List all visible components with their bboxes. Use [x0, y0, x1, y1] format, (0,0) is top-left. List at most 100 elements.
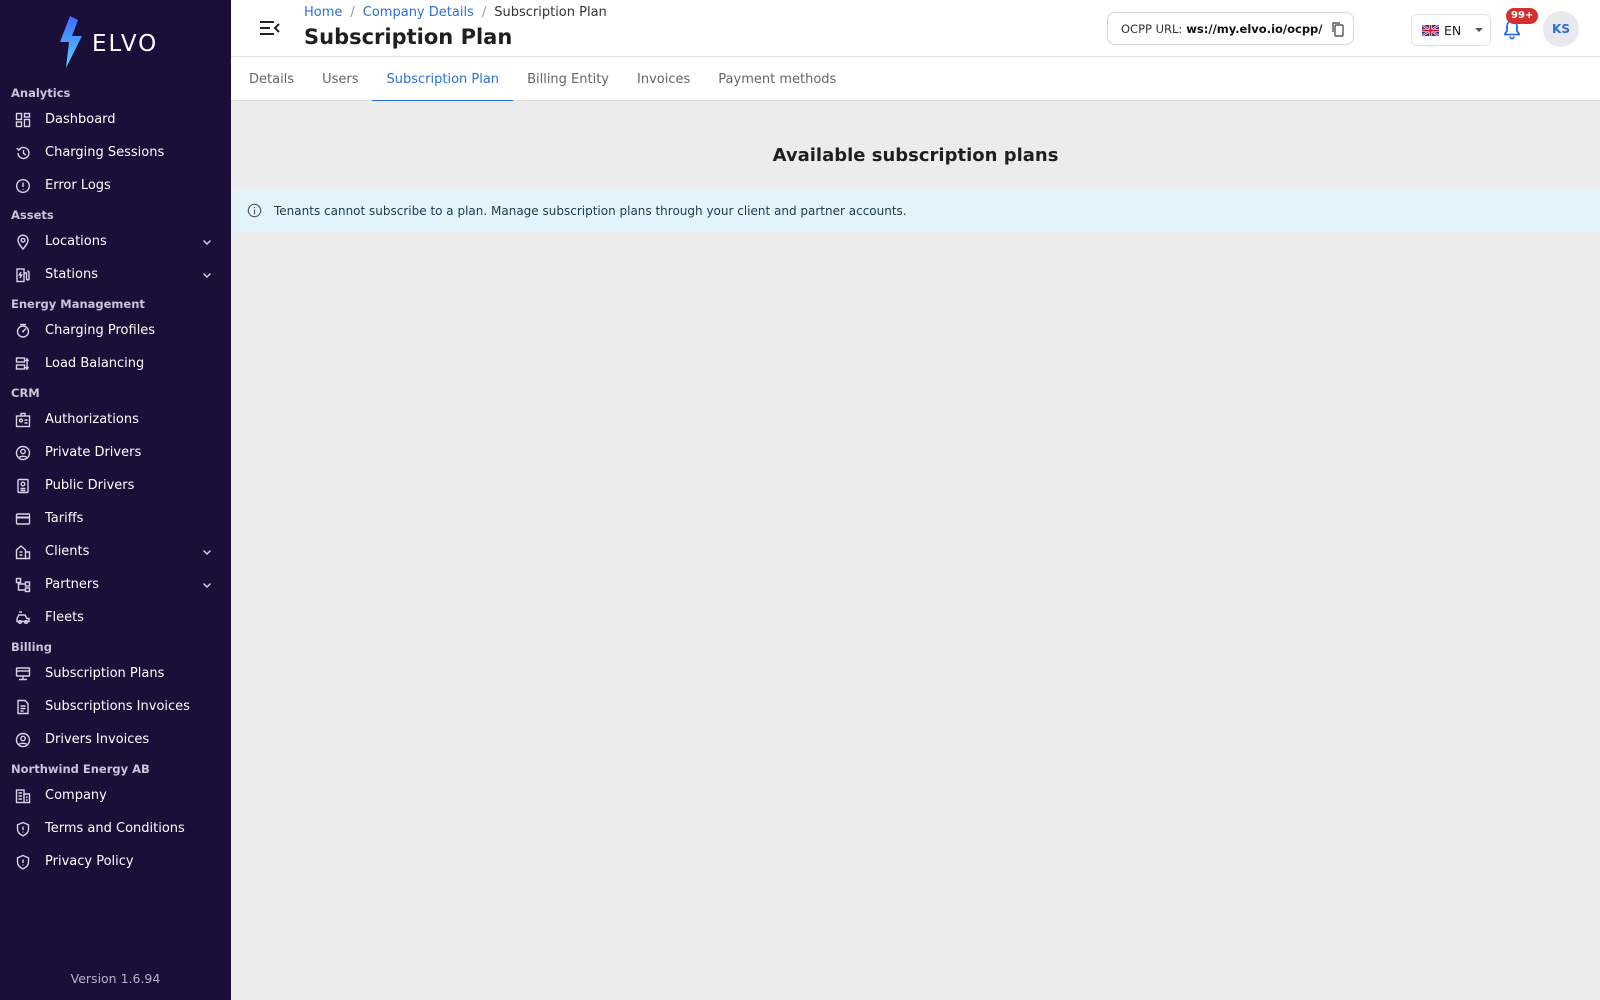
tab-invoices[interactable]: Invoices	[623, 57, 704, 101]
copy-icon[interactable]	[1330, 21, 1346, 37]
chevron-down-icon	[203, 272, 211, 278]
info-message: Tenants cannot subscribe to a plan. Mana…	[274, 203, 907, 218]
sidebar-item-charging-profiles[interactable]: Charging Profiles	[0, 314, 231, 347]
sidebar-nav: Analytics Dashboard Charging Sessions Error…	[0, 80, 231, 878]
sidebar-item-label: Locations	[45, 234, 107, 249]
sidebar-item-label: Public Drivers	[45, 478, 135, 493]
sidebar-item-label: Stations	[45, 267, 98, 282]
caret-down-icon	[1475, 28, 1484, 32]
sidebar-item-subscription-plans[interactable]: Subscription Plans	[0, 657, 231, 690]
sidebar-item-label: Privacy Policy	[45, 854, 134, 869]
breadcrumb-current: Subscription Plan	[494, 5, 607, 20]
breadcrumb-company-details-link[interactable]: Company Details	[363, 5, 474, 20]
sidebar-item-label: Partners	[45, 577, 100, 592]
sidebar-section-crm: CRM	[11, 386, 40, 400]
elvo-logo[interactable]: ELVO	[56, 16, 158, 68]
user-avatar[interactable]: KS	[1543, 11, 1579, 47]
sidebar: ELVO Analytics Dashboard Charging Sessions…	[0, 0, 231, 1000]
error-icon	[15, 178, 31, 194]
chevron-down-icon	[203, 549, 211, 555]
sidebar-item-stations[interactable]: Stations	[0, 258, 231, 291]
sidebar-item-label: Error Logs	[45, 178, 111, 193]
id-card-icon	[15, 478, 31, 494]
breadcrumb-home-link[interactable]: Home	[304, 5, 342, 20]
ocpp-url-label: OCPP URL:	[1121, 21, 1183, 36]
shield-icon	[15, 854, 31, 870]
credit-card-icon	[15, 511, 31, 527]
sidebar-item-label: Load Balancing	[45, 356, 145, 371]
language-select[interactable]: EN	[1411, 14, 1491, 46]
sidebar-item-label: Company	[45, 788, 107, 803]
location-pin-icon	[15, 234, 31, 250]
info-icon	[247, 203, 262, 218]
sidebar-item-subscriptions-invoices[interactable]: Subscriptions Invoices	[0, 690, 231, 723]
history-icon	[15, 145, 31, 161]
tab-billing-entity[interactable]: Billing Entity	[513, 57, 623, 101]
notifications-badge: 99+	[1506, 8, 1539, 24]
section-title: Available subscription plans	[772, 145, 1059, 166]
ocpp-url-box: OCPP URL: ws://my.elvo.io/ocpp/	[1107, 12, 1354, 45]
sidebar-item-label: Subscriptions Invoices	[45, 699, 190, 714]
sidebar-item-fleets[interactable]: Fleets	[0, 601, 231, 634]
user-circle-icon	[15, 445, 31, 461]
sidebar-item-public-drivers[interactable]: Public Drivers	[0, 469, 231, 502]
sidebar-item-label: Charging Sessions	[45, 145, 165, 160]
sidebar-section-analytics: Analytics	[11, 86, 71, 100]
ocpp-url-value: ws://my.elvo.io/ocpp/	[1186, 21, 1323, 36]
language-value: EN	[1444, 22, 1462, 38]
sidebar-item-terms-and-conditions[interactable]: Terms and Conditions	[0, 812, 231, 845]
badge-icon	[15, 412, 31, 428]
sidebar-item-dashboard[interactable]: Dashboard	[0, 103, 231, 136]
building-icon	[15, 544, 31, 560]
info-alert: Tenants cannot subscribe to a plan. Mana…	[231, 189, 1600, 232]
shield-icon	[15, 821, 31, 837]
sidebar-section-northwind-energy-ab: Northwind Energy AB	[11, 762, 150, 776]
sidebar-item-clients[interactable]: Clients	[0, 535, 231, 568]
sidebar-item-error-logs[interactable]: Error Logs	[0, 169, 231, 202]
plans-icon	[15, 666, 31, 682]
sidebar-item-label: Fleets	[45, 610, 84, 625]
sidebar-item-company[interactable]: Company	[0, 779, 231, 812]
main-content: Available subscription plans Tenants can…	[231, 101, 1600, 1000]
breadcrumb-separator: /	[350, 5, 355, 20]
uk-flag-icon	[1422, 24, 1439, 36]
company-icon	[15, 788, 31, 804]
tab-users[interactable]: Users	[308, 57, 372, 101]
page-title: Subscription Plan	[304, 25, 513, 49]
sidebar-item-authorizations[interactable]: Authorizations	[0, 403, 231, 436]
sidebar-item-drivers-invoices[interactable]: Drivers Invoices	[0, 723, 231, 756]
sidebar-item-label: Terms and Conditions	[45, 821, 185, 836]
menu-collapse-icon	[260, 21, 280, 35]
version-label: Version 1.6.94	[70, 971, 161, 986]
top-header: Home / Company Details / Subscription Pl…	[231, 0, 1600, 57]
hierarchy-icon	[15, 577, 31, 593]
sidebar-item-load-balancing[interactable]: Load Balancing	[0, 347, 231, 380]
document-icon	[15, 699, 31, 715]
sidebar-item-label: Charging Profiles	[45, 323, 156, 338]
tab-subscription-plan[interactable]: Subscription Plan	[372, 57, 513, 102]
sidebar-item-private-drivers[interactable]: Private Drivers	[0, 436, 231, 469]
sidebar-item-label: Clients	[45, 544, 90, 559]
load-balancing-icon	[15, 356, 31, 372]
sidebar-item-label: Authorizations	[45, 412, 139, 427]
sidebar-section-energy-management: Energy Management	[11, 297, 145, 311]
tab-payment-methods[interactable]: Payment methods	[704, 57, 850, 101]
sidebar-section-billing: Billing	[11, 640, 52, 654]
company-tabs: Details Users Subscription Plan Billing Ent…	[231, 57, 1600, 102]
sidebar-item-charging-sessions[interactable]: Charging Sessions	[0, 136, 231, 169]
chevron-down-icon	[203, 582, 211, 588]
sidebar-item-locations[interactable]: Locations	[0, 225, 231, 258]
sidebar-item-label: Drivers Invoices	[45, 732, 150, 747]
breadcrumb-separator: /	[481, 5, 487, 20]
breadcrumb: Home / Company Details / Subscription Pl…	[304, 5, 607, 20]
tab-details[interactable]: Details	[235, 57, 308, 101]
sidebar-item-label: Private Drivers	[45, 445, 142, 460]
car-icon	[15, 610, 31, 626]
sidebar-item-label: Tariffs	[45, 511, 84, 526]
sidebar-item-privacy-policy[interactable]: Privacy Policy	[0, 845, 231, 878]
sidebar-item-tariffs[interactable]: Tariffs	[0, 502, 231, 535]
brand-name: ELVO	[92, 31, 159, 57]
chevron-down-icon	[203, 239, 211, 245]
collapse-menu-button[interactable]	[259, 19, 281, 37]
sidebar-item-partners[interactable]: Partners	[0, 568, 231, 601]
